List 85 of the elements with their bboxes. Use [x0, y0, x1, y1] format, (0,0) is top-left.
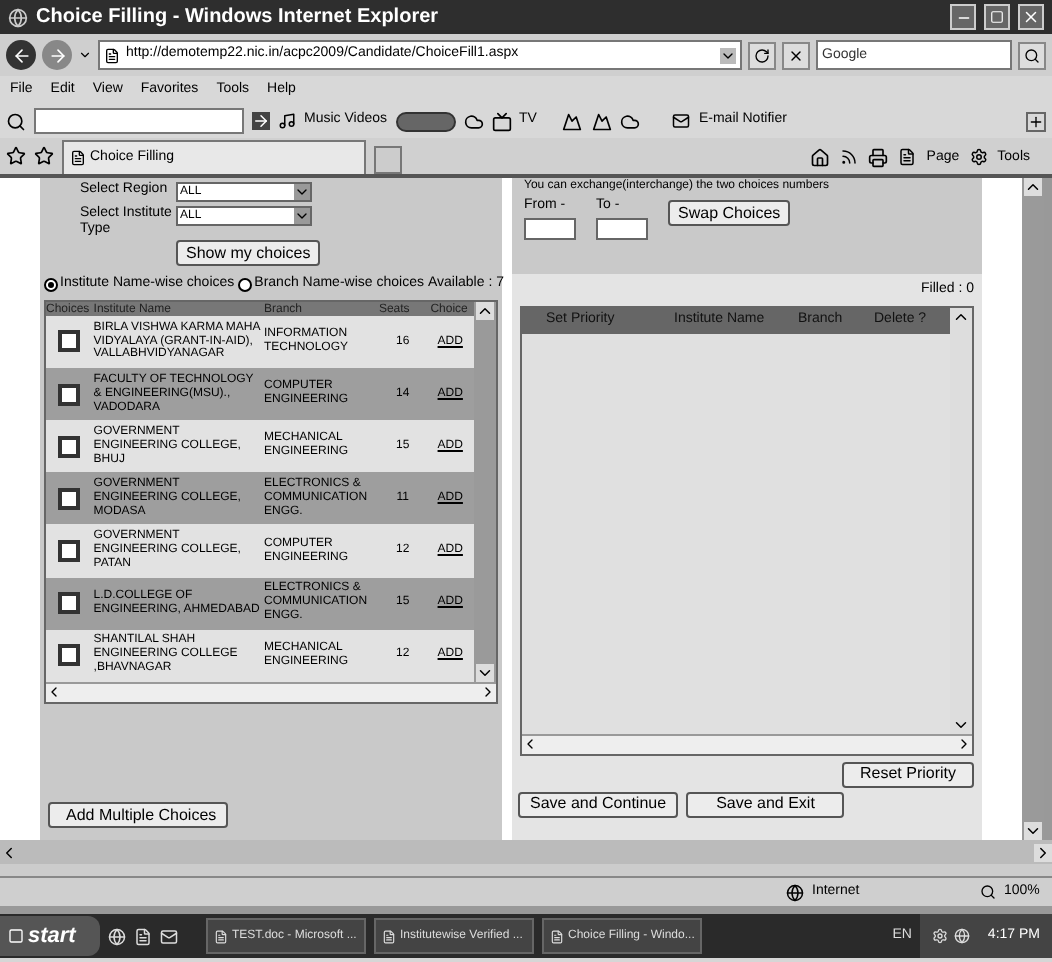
tv-icon[interactable] — [491, 111, 512, 131]
cloud-icon[interactable] — [463, 111, 484, 131]
scrollbar[interactable] — [950, 307, 972, 733]
scroll-up-icon[interactable] — [1024, 178, 1042, 196]
home-icon[interactable] — [810, 147, 831, 168]
scroll-right-icon[interactable] — [480, 684, 496, 701]
quick-launch-icon[interactable] — [108, 927, 126, 945]
settings-icon — [969, 148, 988, 167]
close-button[interactable] — [1018, 4, 1044, 30]
music-icon — [278, 112, 296, 130]
dropdown-icon[interactable] — [294, 184, 310, 200]
search-button[interactable] — [1018, 41, 1046, 69]
page-icon — [898, 148, 917, 167]
choice-checkbox[interactable] — [58, 435, 81, 458]
scroll-down-icon[interactable] — [476, 663, 494, 682]
to-field[interactable] — [596, 217, 648, 239]
choice-checkbox[interactable] — [58, 592, 81, 615]
search-icon[interactable] — [6, 111, 26, 131]
cloud-icon[interactable] — [620, 111, 641, 131]
quick-launch-icon[interactable] — [134, 927, 152, 945]
stop-icon — [788, 47, 804, 63]
back-button[interactable] — [6, 40, 36, 70]
dropdown-icon[interactable] — [294, 208, 310, 224]
swap-choices-button[interactable]: Swap Choices — [668, 200, 791, 226]
horizontal-scrollbar[interactable] — [0, 840, 1052, 864]
quick-launch-icon[interactable] — [160, 927, 178, 945]
new-tab-button[interactable] — [374, 146, 402, 174]
add-multiple-choices-button[interactable]: Add Multiple Choices — [48, 802, 228, 828]
refresh-button[interactable] — [748, 41, 776, 69]
tray-globe-icon[interactable] — [953, 928, 970, 944]
from-field[interactable] — [524, 217, 576, 239]
scroll-right-icon[interactable] — [956, 736, 972, 752]
page-icon — [104, 47, 120, 63]
maximize-icon — [990, 10, 1004, 24]
mountain-icon[interactable] — [592, 111, 613, 131]
scrollbar[interactable] — [474, 301, 496, 682]
feed-icon[interactable] — [840, 148, 859, 167]
scroll-left-icon[interactable] — [522, 736, 538, 752]
maximize-button[interactable] — [984, 4, 1010, 30]
scroll-right-icon[interactable] — [1034, 843, 1052, 861]
favorites-star-icon[interactable] — [6, 146, 26, 166]
window-title: Choice Filling - Windows Internet Explorer — [36, 4, 441, 32]
start-button[interactable]: start — [0, 916, 100, 956]
forward-arrow-icon — [47, 45, 67, 65]
dropdown-icon[interactable] — [720, 47, 736, 63]
radio-button[interactable] — [238, 278, 253, 293]
save-continue-button[interactable]: Save and Continue — [518, 791, 679, 817]
tray-gear-icon[interactable] — [931, 928, 948, 944]
close-icon — [1022, 8, 1040, 26]
scroll-up-icon[interactable] — [476, 301, 494, 320]
toolbar-search-field[interactable] — [34, 108, 244, 134]
scrollbar[interactable] — [1022, 178, 1044, 840]
choice-checkbox[interactable] — [58, 487, 81, 510]
show-choices-button[interactable]: Show my choices — [176, 240, 321, 267]
document-icon — [214, 929, 228, 943]
browser-icon — [8, 7, 28, 27]
choice-checkbox[interactable] — [58, 540, 81, 562]
save-exit-button[interactable]: Save and Exit — [686, 791, 845, 817]
mail-icon[interactable] — [672, 112, 691, 130]
scroll-left-icon[interactable] — [0, 843, 18, 861]
stop-button[interactable] — [782, 41, 810, 69]
choice-checkbox[interactable] — [58, 644, 81, 667]
refresh-icon — [754, 47, 770, 63]
horizontal-scrollbar[interactable] — [46, 681, 496, 702]
mountain-icon[interactable] — [560, 111, 585, 131]
choice-checkbox[interactable] — [58, 383, 81, 406]
scroll-down-icon[interactable] — [1024, 822, 1042, 840]
search-icon — [1024, 47, 1040, 63]
document-icon — [382, 929, 396, 943]
page-icon — [70, 150, 86, 166]
reset-priority-button[interactable]: Reset Priority — [841, 761, 974, 787]
document-icon — [550, 929, 564, 943]
choice-checkbox[interactable] — [58, 330, 81, 353]
add-favorite-star-icon[interactable] — [34, 146, 54, 166]
zoom-icon — [980, 884, 996, 900]
internet-zone-icon — [786, 883, 804, 901]
add-icon[interactable] — [1026, 111, 1046, 131]
go-icon[interactable] — [252, 112, 270, 130]
back-arrow-icon — [11, 45, 31, 65]
horizontal-scrollbar[interactable] — [522, 733, 972, 753]
print-icon[interactable] — [868, 147, 889, 168]
radio-button[interactable] — [44, 278, 58, 293]
minimize-button[interactable] — [950, 4, 976, 30]
scroll-left-icon[interactable] — [46, 684, 62, 701]
dropdown-icon[interactable] — [78, 48, 92, 62]
